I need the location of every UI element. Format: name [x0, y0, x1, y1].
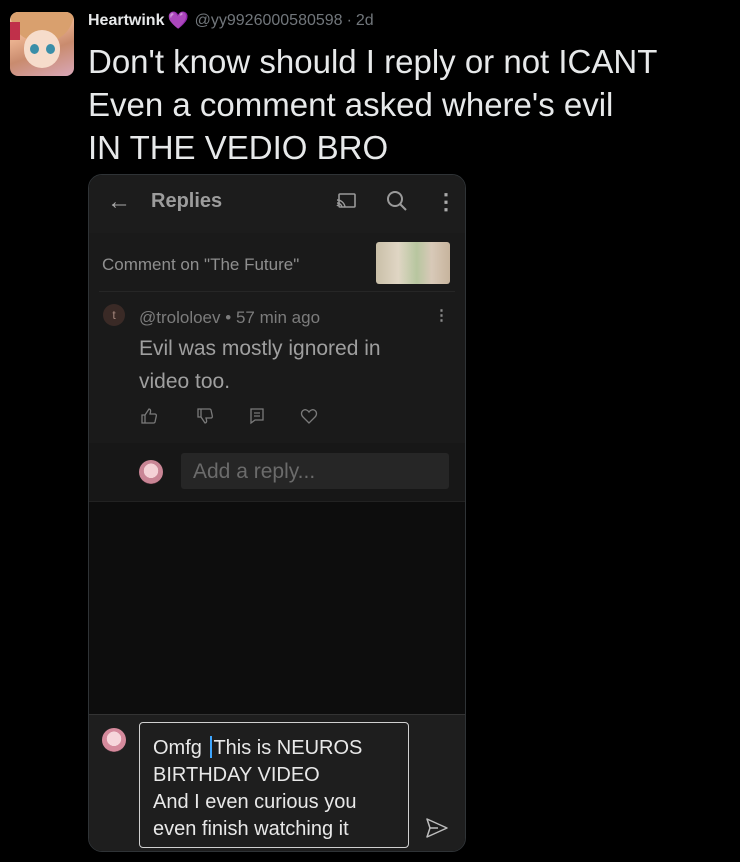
comment-author: @trololoev	[139, 308, 221, 327]
reply-text-before-cursor: Omfg	[153, 737, 208, 759]
search-icon	[387, 191, 407, 211]
avatar-eye-left	[30, 44, 39, 54]
tweet-text: Don't know should I reply or not ICANT E…	[88, 40, 728, 169]
reply-avatar	[139, 460, 163, 484]
tweet-line: Don't know should I reply or not ICANT	[88, 43, 658, 80]
comment-on-label: Comment on "The Future"	[102, 255, 300, 274]
add-reply-bar: Add a reply...	[89, 443, 465, 502]
back-arrow-icon: ←	[107, 188, 131, 215]
user-handle[interactable]: @yy9926000580598	[195, 12, 343, 30]
display-name[interactable]: Heartwink	[88, 12, 164, 30]
tweet-time[interactable]: 2d	[356, 12, 374, 30]
reply-text-box: Omfg This is NEUROS BIRTHDAY VIDEO And I…	[139, 722, 409, 848]
tweet-line: Even a comment asked where's evil	[88, 86, 614, 123]
my-avatar	[102, 728, 126, 752]
video-thumbnail	[376, 242, 450, 284]
tweet-line: IN THE VEDIO BRO	[88, 129, 389, 166]
heart-icon	[300, 409, 318, 424]
empty-area	[89, 502, 465, 714]
like-icon	[141, 408, 157, 424]
comment-panel: Comment on "The Future" t @trololoev • 5…	[89, 233, 465, 443]
replies-title: Replies	[151, 190, 223, 212]
purple-heart-icon: 💜	[167, 11, 189, 30]
avatar-eye-right	[46, 44, 55, 54]
tweet-header: Heartwink 💜 @yy9926000580598 · 2d	[88, 11, 374, 31]
add-reply-input: Add a reply...	[181, 453, 449, 489]
reply-line-1: Omfg This is NEUROS	[153, 735, 362, 762]
reply-icon	[250, 408, 264, 425]
comment-more-icon: ⋮	[434, 307, 449, 324]
reply-line: even finish watching it	[153, 818, 349, 840]
comment-age: 57 min ago	[235, 308, 321, 327]
attached-screenshot[interactable]: ← Replies ⋮ Comment on "The Future" t @t…	[88, 174, 466, 852]
reply-line: And I even curious you	[153, 791, 357, 813]
meta-separator: •	[225, 308, 232, 327]
commenter-avatar: t	[103, 304, 125, 326]
send-icon	[426, 818, 448, 838]
reply-text-after-cursor: This is NEUROS	[213, 737, 363, 759]
replies-topbar: ← Replies ⋮	[89, 175, 465, 233]
reply-text: Omfg This is NEUROS BIRTHDAY VIDEO And I…	[153, 735, 362, 843]
author-avatar[interactable]	[10, 12, 74, 76]
separator-dot: ·	[346, 12, 352, 29]
dislike-icon	[197, 408, 213, 424]
comment-line: video too.	[139, 370, 231, 393]
comment-text: Evil was mostly ignored in video too.	[139, 332, 429, 398]
divider	[99, 291, 455, 292]
cast-icon	[336, 193, 356, 208]
comment-line: Evil was mostly ignored in	[139, 337, 381, 360]
comment-meta: @trololoev • 57 min ago	[139, 308, 320, 328]
reply-line: BIRTHDAY VIDEO	[153, 764, 320, 786]
more-vertical-icon: ⋮	[435, 189, 457, 214]
add-reply-placeholder: Add a reply...	[193, 460, 316, 483]
avatar-bow	[10, 22, 20, 40]
compose-area: Omfg This is NEUROS BIRTHDAY VIDEO And I…	[89, 714, 465, 851]
